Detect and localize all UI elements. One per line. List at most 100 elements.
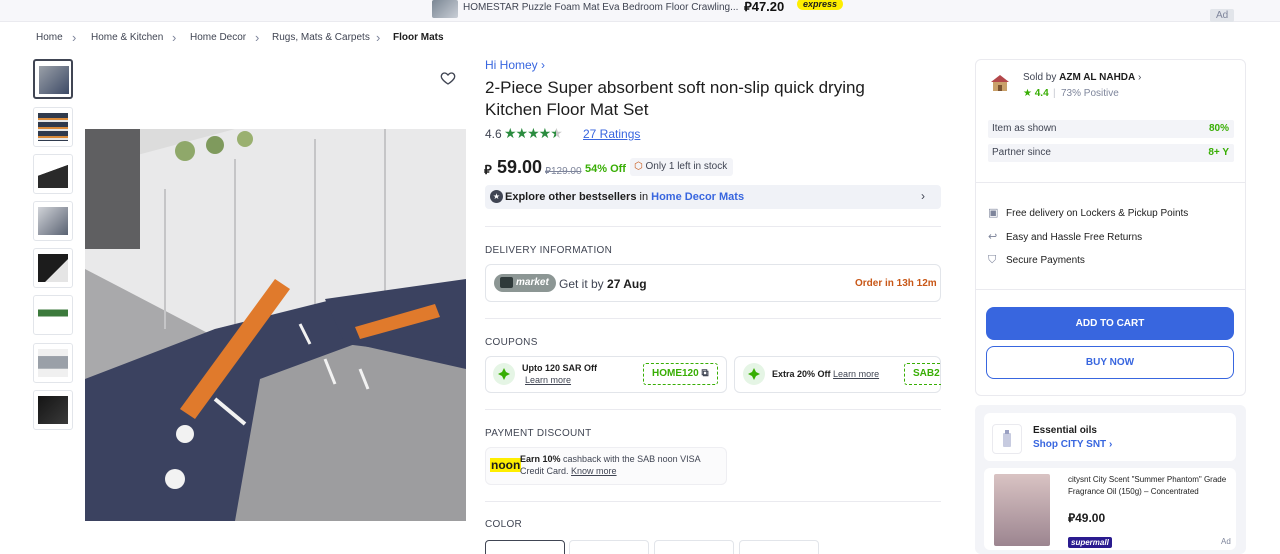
learn-more-link[interactable]: Learn more xyxy=(833,369,879,379)
gallery-thumb[interactable] xyxy=(33,343,73,383)
top-ad-thumbnail[interactable] xyxy=(432,0,458,18)
coupon-code-text: HOME120 xyxy=(652,368,699,379)
divider xyxy=(485,409,941,410)
wishlist-heart-icon[interactable] xyxy=(440,70,456,86)
return-icon: ↩ xyxy=(988,231,998,243)
discount-badge: 54% Off xyxy=(585,163,626,175)
stat-label: Item as shown xyxy=(992,123,1057,134)
perk-item: ↩ Easy and Hassle Free Returns xyxy=(988,230,1142,243)
breadcrumb-home-kitchen[interactable]: Home & Kitchen xyxy=(91,32,163,43)
divider xyxy=(976,182,1245,183)
perk-text: Easy and Hassle Free Returns xyxy=(1006,232,1143,243)
buy-now-button[interactable]: BUY NOW xyxy=(986,346,1234,379)
payment-heading: PAYMENT DISCOUNT xyxy=(485,428,592,439)
order-countdown: Order in 13h 12m xyxy=(855,278,937,289)
breadcrumb-rugs[interactable]: Rugs, Mats & Carpets xyxy=(272,32,370,43)
brand-name: Hi Homey xyxy=(485,58,538,72)
chevron-right-icon: › xyxy=(172,30,177,45)
product-rating: 4.6 xyxy=(485,127,502,141)
top-ad-title[interactable]: HOMESTAR Puzzle Foam Mat Eva Bedroom Flo… xyxy=(463,2,738,13)
seller-stat-row: Item as shown 80% xyxy=(988,120,1234,138)
sponsored-product-name[interactable]: citysnt City Scent "Summer Phantom" Grad… xyxy=(1068,474,1230,498)
shop-store-text: Shop CITY SNT xyxy=(1033,439,1107,450)
delivery-heading: DELIVERY INFORMATION xyxy=(485,245,613,256)
bestsellers-prefix: Explore other bestsellers xyxy=(505,191,637,203)
old-price: ⃁129.00 xyxy=(545,166,582,177)
color-option[interactable] xyxy=(654,540,734,554)
brand-link[interactable]: Hi Homey › xyxy=(485,58,545,72)
bestsellers-bar[interactable]: Explore other bestsellers in Home Decor … xyxy=(485,185,941,209)
price: 59.00 xyxy=(497,157,543,177)
color-option[interactable] xyxy=(485,540,565,554)
gallery-thumb[interactable] xyxy=(33,201,73,241)
color-option[interactable] xyxy=(569,540,649,554)
ad-label: Ad xyxy=(1210,9,1235,22)
noon-logo: noon xyxy=(490,458,522,472)
breadcrumb-home-decor[interactable]: Home Decor xyxy=(190,32,246,43)
sponsored-product-image[interactable] xyxy=(994,474,1050,546)
gallery-thumb[interactable] xyxy=(33,107,73,147)
perk-item: ▣ Free delivery on Lockers & Pickup Point… xyxy=(988,206,1188,219)
perk-text: Secure Payments xyxy=(1006,255,1085,266)
ratings-count-link[interactable]: 27 Ratings xyxy=(583,127,640,141)
coupon-text: Upto 120 SAR Off Learn more xyxy=(522,362,597,386)
seller-name[interactable]: AZM AL NAHDA xyxy=(1059,72,1135,83)
gallery-thumb[interactable] xyxy=(33,248,73,288)
gallery-thumb[interactable] xyxy=(33,295,73,335)
coupons-heading: COUPONS xyxy=(485,337,538,348)
sponsored-title: Essential oils xyxy=(1033,425,1097,436)
locker-icon: ▣ xyxy=(988,207,999,219)
stat-label: Partner since xyxy=(992,147,1051,158)
copy-icon[interactable]: ⧉ xyxy=(701,368,708,379)
gallery-thumb[interactable] xyxy=(33,154,73,194)
cashback-amount: Earn 10% xyxy=(520,454,561,464)
perk-item: ⛉ Secure Payments xyxy=(988,254,1085,267)
sold-by[interactable]: Sold by AZM AL NAHDA › xyxy=(1023,72,1141,83)
product-main-image[interactable] xyxy=(85,129,466,521)
divider xyxy=(485,318,941,319)
gallery-thumb[interactable] xyxy=(33,59,73,99)
shop-store-link[interactable]: Shop CITY SNT › xyxy=(1033,439,1112,450)
breadcrumb-home[interactable]: Home xyxy=(36,32,63,43)
supermall-badge: supermall xyxy=(1068,537,1112,548)
delivery-date-value: 27 Aug xyxy=(607,277,647,291)
gallery-thumb[interactable] xyxy=(33,390,73,430)
coupon-icon xyxy=(493,363,515,385)
product-title: 2-Piece Super absorbent soft non-slip qu… xyxy=(485,78,865,119)
chevron-right-icon: › xyxy=(1108,439,1113,450)
store-logo xyxy=(992,424,1022,454)
chevron-right-icon: › xyxy=(72,30,77,45)
star-rating-icon: ★★★★★ xyxy=(504,125,563,141)
delivery-date: Get it by 27 Aug xyxy=(559,277,647,291)
color-option[interactable] xyxy=(739,540,819,554)
payment-text: Earn 10% cashback with the SAB noon VISA… xyxy=(520,453,715,477)
divider xyxy=(485,501,941,502)
stat-value: 80% xyxy=(1208,123,1229,134)
coupon-title: Extra 20% Off xyxy=(772,369,831,379)
seller-rating-value: 4.4 xyxy=(1034,88,1049,99)
divider xyxy=(976,289,1245,290)
learn-more-link[interactable]: Learn more xyxy=(525,375,571,385)
chevron-right-icon: › xyxy=(1138,72,1142,83)
add-to-cart-button[interactable]: ADD TO CART xyxy=(986,307,1234,340)
separator: | xyxy=(1053,88,1056,99)
shield-icon: ⛉ xyxy=(988,254,997,266)
coupon-icon xyxy=(743,363,765,385)
know-more-link[interactable]: Know more xyxy=(571,466,617,476)
stat-value: 8+ Y xyxy=(1208,147,1229,158)
coupon-text: Extra 20% Off Learn more xyxy=(772,368,879,380)
chevron-right-icon[interactable]: › xyxy=(921,189,925,203)
coupon-code[interactable]: SAB2 xyxy=(904,363,941,385)
bestsellers-category[interactable]: Home Decor Mats xyxy=(651,191,744,203)
chevron-right-icon: › xyxy=(541,58,546,72)
color-heading: COLOR xyxy=(485,519,523,530)
bestseller-icon: ★ xyxy=(490,190,503,203)
currency-symbol: ⃁ xyxy=(484,162,492,177)
get-it-label: Get it by xyxy=(559,277,604,291)
seller-rating: ★ 4.4 xyxy=(1023,88,1049,99)
stock-badge: ⬡ Only 1 left in stock xyxy=(630,158,734,176)
bestsellers-in: in xyxy=(639,191,649,203)
coupon-code[interactable]: HOME120 ⧉ xyxy=(643,363,718,385)
star-icon: ★ xyxy=(1023,88,1032,99)
seller-logo xyxy=(989,72,1011,94)
